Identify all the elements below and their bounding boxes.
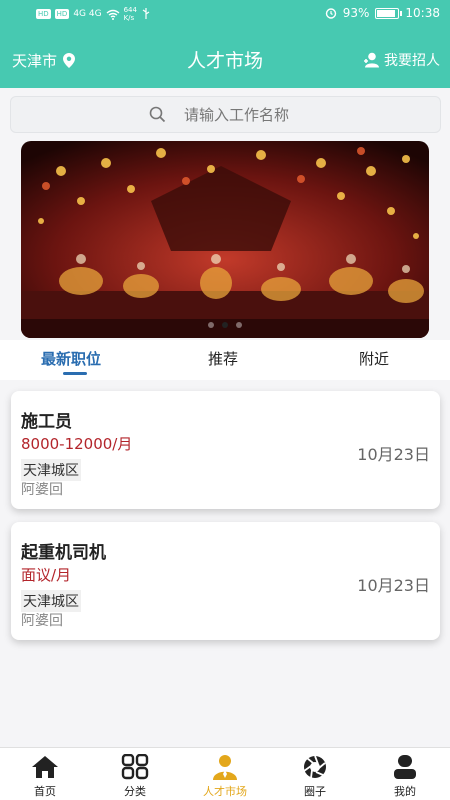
tab-latest[interactable]: 最新职位 [41, 348, 101, 369]
bottom-nav: 首页 分类 人才市场 圈子 我的 [0, 747, 450, 800]
wifi-icon [106, 9, 120, 20]
network-speed: 644 K/s [123, 6, 137, 22]
sim1-badge: HD [36, 9, 51, 19]
status-bar: HD HD 4G 4G 644 K/s 93% 10:38 [0, 0, 450, 30]
tab-indicator [63, 372, 87, 375]
nav-talent-market-label: 人才市场 [203, 785, 247, 798]
home-icon [32, 756, 58, 778]
aperture-icon [303, 755, 326, 779]
nav-category-label: 分类 [124, 785, 146, 798]
job-title: 起重机司机 [21, 543, 106, 563]
job-date: 10月23日 [357, 576, 430, 595]
search-input[interactable] [184, 105, 384, 124]
status-right: 93% 10:38 [325, 6, 440, 20]
nav-home[interactable]: 首页 [10, 754, 80, 799]
job-title: 施工员 [21, 412, 72, 432]
carousel-dot[interactable] [236, 322, 242, 328]
carousel-dots [21, 322, 429, 328]
battery-icon [375, 7, 403, 19]
search-icon [149, 106, 166, 123]
recruit-label: 我要招人 [384, 53, 440, 69]
add-person-icon [364, 52, 379, 68]
alarm-icon [325, 8, 336, 19]
sim2-badge: HD [54, 9, 70, 19]
banner-image [21, 141, 429, 338]
search-bar[interactable] [10, 96, 441, 133]
grid-icon [121, 754, 149, 780]
banner-carousel[interactable] [21, 141, 429, 338]
carousel-dot[interactable] [208, 322, 214, 328]
signal-text: 4G 4G [73, 9, 102, 19]
job-card[interactable]: 施工员 8000-12000/月 天津城区 阿婆回 10月23日 [11, 391, 440, 509]
status-left: HD HD 4G 4G 644 K/s [36, 6, 151, 22]
recruit-button[interactable]: 我要招人 [363, 50, 440, 70]
nav-category[interactable]: 分类 [100, 754, 170, 799]
nav-talent-market[interactable]: 人才市场 [190, 754, 260, 799]
usb-icon [142, 8, 150, 19]
talent-icon [213, 755, 237, 780]
job-salary: 8000-12000/月 [21, 435, 133, 453]
profile-icon [394, 755, 416, 779]
battery-percent: 93% [342, 6, 370, 20]
clock: 10:38 [405, 6, 440, 20]
job-card[interactable]: 起重机司机 面议/月 天津城区 阿婆回 10月23日 [11, 522, 440, 640]
tab-recommended[interactable]: 推荐 [208, 348, 238, 369]
nav-circle-label: 圈子 [304, 785, 326, 798]
battery-fill [377, 9, 396, 17]
nav-profile-label: 我的 [394, 785, 416, 798]
nav-circle[interactable]: 圈子 [280, 754, 350, 799]
nav-home-label: 首页 [34, 785, 56, 798]
nav-profile[interactable]: 我的 [370, 754, 440, 799]
tab-nearby[interactable]: 附近 [359, 348, 389, 369]
job-date: 10月23日 [357, 445, 430, 464]
job-area-tag: 天津城区 [21, 459, 81, 481]
job-salary: 面议/月 [21, 566, 72, 584]
job-area-tag: 天津城区 [21, 590, 81, 612]
carousel-dot[interactable] [222, 322, 228, 328]
app-header: 天津市 人才市场 我要招人 [0, 30, 450, 88]
job-company: 阿婆回 [21, 613, 63, 629]
job-company: 阿婆回 [21, 482, 63, 498]
tab-bar: 最新职位 推荐 附近 [0, 340, 450, 380]
